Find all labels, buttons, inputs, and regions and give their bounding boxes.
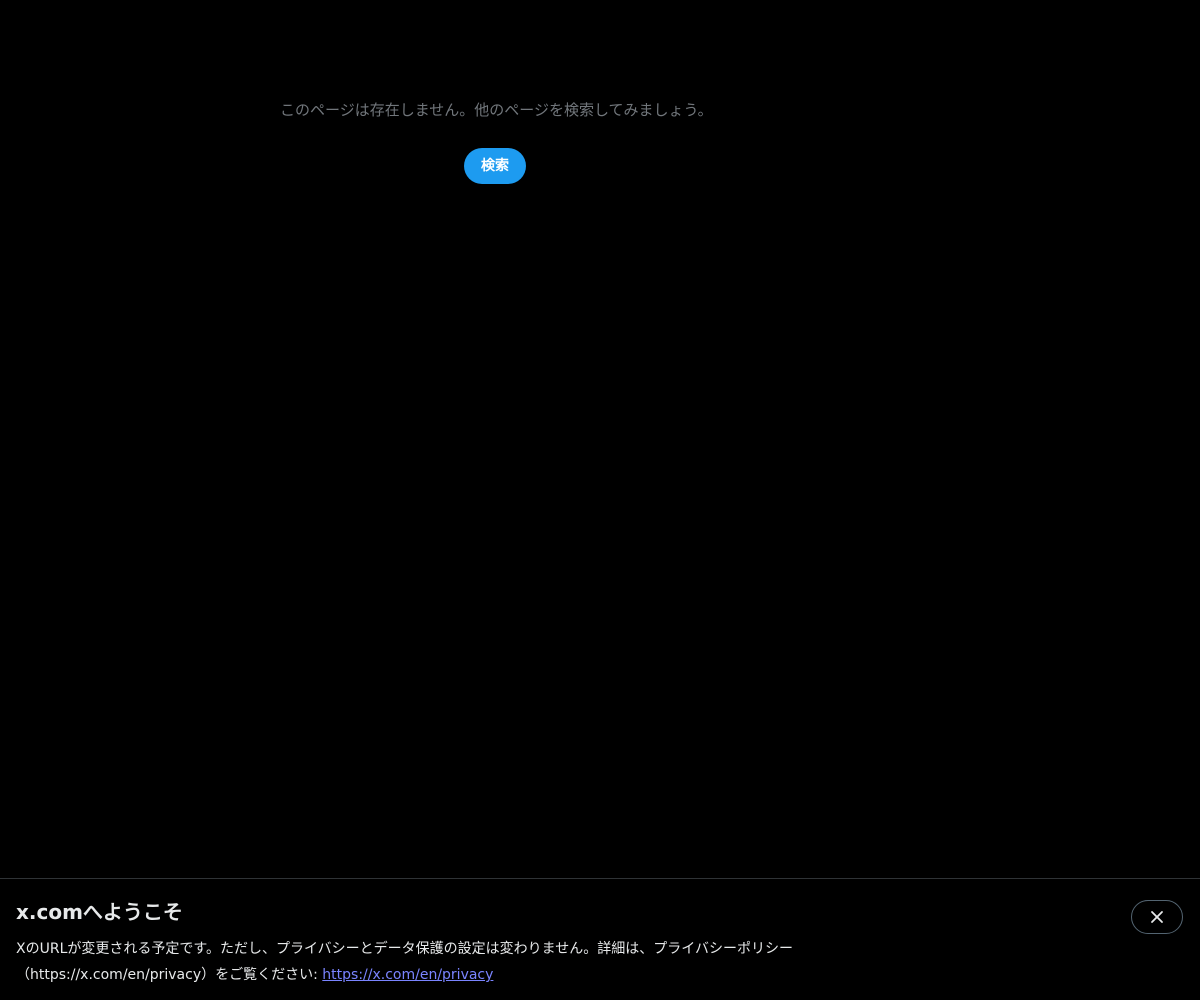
empty-state-message: このページは存在しません。他のページを検索してみましょう。 — [280, 101, 713, 119]
page: このページは存在しません。他のページを検索してみましょう。 検索 x.comへよ… — [0, 0, 1200, 1000]
banner-body: XのURLが変更される予定です。ただし、プライバシーとデータ保護の設定は変わりま… — [16, 936, 876, 988]
close-banner-button[interactable] — [1131, 900, 1183, 934]
banner-title: x.comへようこそ — [16, 900, 183, 924]
empty-state: このページは存在しません。他のページを検索してみましょう。 検索 — [280, 98, 713, 184]
welcome-banner: x.comへようこそ XのURLが変更される予定です。ただし、プライバシーとデー… — [0, 878, 1200, 1000]
privacy-link[interactable]: https://x.com/en/privacy — [322, 967, 493, 983]
close-icon — [1151, 911, 1163, 923]
search-button[interactable]: 検索 — [464, 148, 526, 184]
